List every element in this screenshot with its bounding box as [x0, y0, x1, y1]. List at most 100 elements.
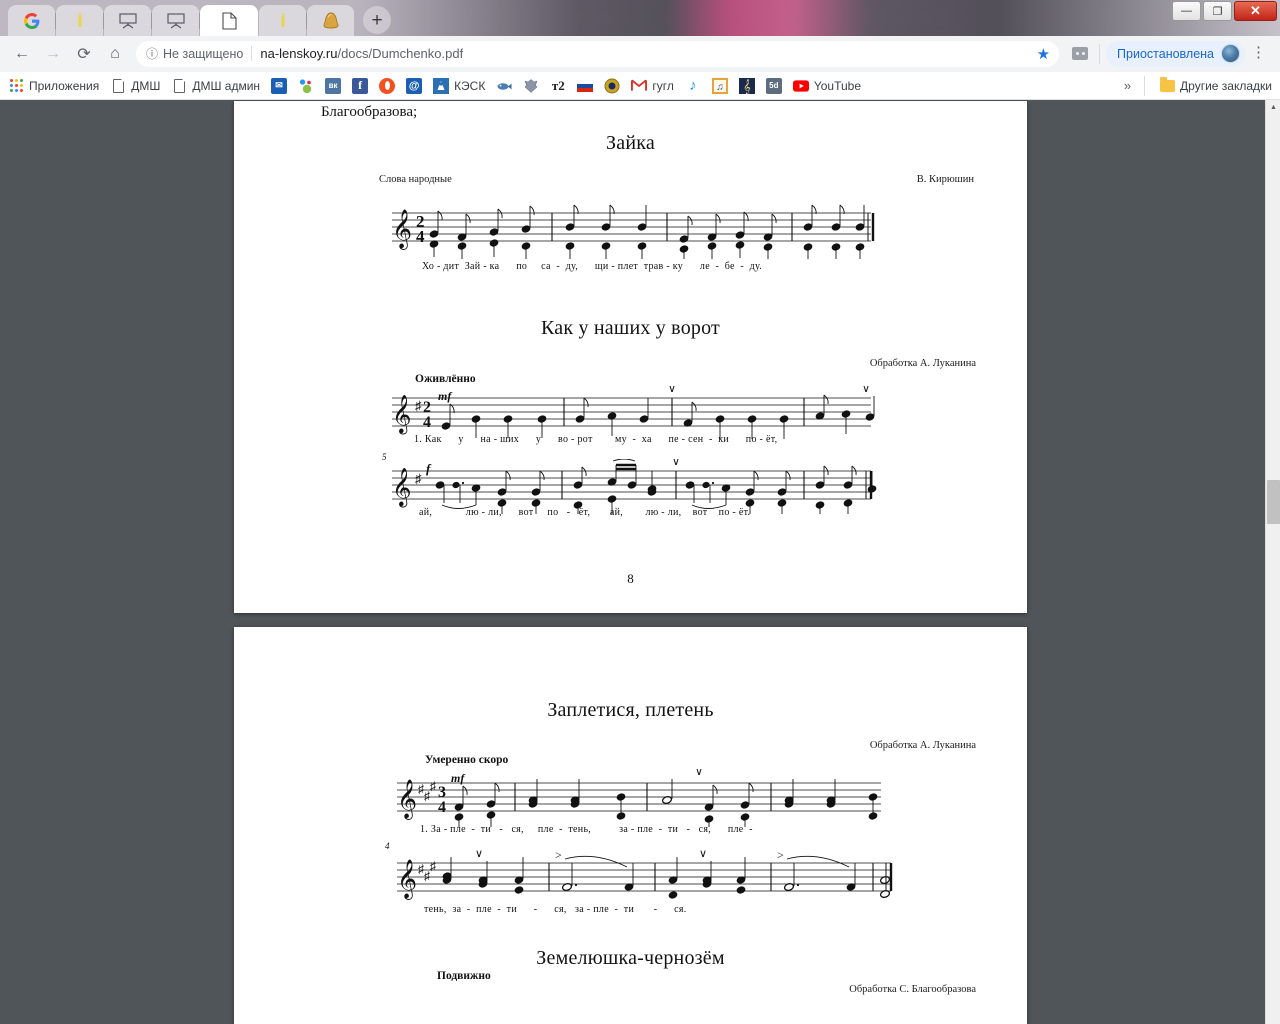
svg-text:4: 4 [438, 799, 446, 816]
tab-list: + [8, 5, 391, 36]
home-button[interactable]: ⌂ [101, 40, 129, 68]
svg-text:𝄞: 𝄞 [392, 396, 412, 435]
song-credit-right: В. Кирюшин [916, 174, 974, 185]
browser-tab-presentation-2[interactable] [152, 5, 200, 36]
bookmarks-bar: Приложения ДМШ ДМШ админ ✉ вк f @ КЭСК т… [0, 72, 1280, 100]
bookmark-flag[interactable] [577, 78, 594, 94]
t2-icon: т2 [551, 77, 565, 93]
bookmark-facebook[interactable]: f [352, 77, 369, 94]
scroll-up-button[interactable]: ▲ [1266, 100, 1280, 115]
document-icon [171, 78, 187, 94]
bookmark-eagle[interactable] [523, 78, 539, 94]
bookmark-apps[interactable]: Приложения [8, 78, 99, 94]
pdf-document-icon [221, 11, 237, 30]
bookmark-vk[interactable]: вк [325, 77, 342, 94]
pdf-page-2: Заплетися, плетень Обработка А. Луканина… [234, 627, 1027, 1024]
svg-text:∨: ∨ [672, 459, 680, 468]
music-staff-kak-u-nashih-1: 𝄞 ♯ 2 4 mf ∨ ∨ [392, 386, 875, 439]
chrome-menu-button[interactable]: ⋮ [1245, 46, 1272, 60]
bookmark-youtube[interactable]: YouTube [792, 78, 861, 94]
apps-grid-icon [8, 78, 24, 94]
song-credit-right: Обработка С. Благообразова [849, 984, 976, 995]
sheet-music-icon: ♫ [711, 77, 728, 94]
bookmark-t2[interactable]: т2 [550, 78, 566, 94]
vertical-scrollbar[interactable]: ▲ ▼ [1265, 100, 1280, 1024]
browser-tab-presentation-1[interactable] [104, 5, 152, 36]
bell-icon [323, 12, 338, 29]
treble-clef-icon: 𝄞 [738, 77, 755, 94]
browser-tab-pdf-active[interactable] [200, 5, 258, 36]
bookmarks-overflow-button[interactable]: » [1117, 78, 1138, 93]
svg-text:♯: ♯ [430, 859, 436, 873]
bookmark-kesk[interactable]: КЭСК [433, 77, 485, 94]
youtube-icon [792, 78, 809, 94]
bookmark-gmail[interactable]: гугл [631, 78, 674, 94]
dots-icon [298, 78, 314, 94]
svg-text:♫: ♫ [716, 82, 724, 93]
browser-tab-google[interactable] [8, 5, 56, 36]
reload-button[interactable]: ⟳ [70, 40, 98, 68]
tempo-marking: Оживлённо [415, 373, 476, 385]
minimize-button[interactable]: — [1172, 1, 1201, 21]
badge-icon [604, 78, 620, 94]
carryover-text: Благообразова; [321, 104, 418, 120]
extensions-button[interactable] [1067, 41, 1093, 67]
pdf-scroll-area[interactable]: Благообразова; Зайка Слова народные В. К… [0, 100, 1265, 1024]
bookmark-gibdd[interactable] [604, 78, 620, 94]
svg-text:𝄞: 𝄞 [392, 210, 412, 250]
browser-tab-info-1[interactable] [56, 5, 104, 36]
browser-tab-bell[interactable] [307, 5, 354, 36]
music-staff-zapletisya-1: 𝄞 ♯ ♯ ♯ 3 4 mf ∨ [397, 769, 881, 827]
forward-button[interactable]: → [39, 40, 67, 68]
avatar [1221, 44, 1240, 63]
bookmark-dmsh[interactable]: ДМШ [110, 78, 160, 94]
song-title-kak-u-nashih: Как у наших у ворот [541, 317, 720, 339]
presentation-icon [166, 12, 185, 28]
svg-text:𝄞: 𝄞 [397, 860, 417, 900]
url-path: /docs/Dumchenko.pdf [337, 46, 464, 61]
bookmark-5d[interactable]: 5d [765, 77, 782, 94]
pdf-viewer[interactable]: Благообразова; Зайка Слова народные В. К… [0, 100, 1280, 1024]
song-credit-right: Обработка А. Луканина [869, 740, 976, 751]
kesk-icon [433, 77, 450, 94]
profile-status-label: Приостановлена [1117, 46, 1214, 61]
bookmark-music[interactable]: ♪ [685, 77, 701, 94]
bookmark-other-folder[interactable]: Другие закладки [1159, 76, 1272, 94]
music-staff-zajka: 𝄞 2 4 [392, 204, 875, 259]
info-icon [281, 13, 284, 27]
bookmark-clef[interactable]: 𝄞 [738, 77, 755, 94]
url-text: na-lenskoy.ru/docs/Dumchenko.pdf [260, 46, 463, 61]
browser-tab-info-2[interactable] [259, 5, 307, 36]
back-button[interactable]: ← [8, 40, 36, 68]
maximize-button[interactable]: ❐ [1203, 1, 1232, 21]
bookmark-notes[interactable]: ♫ [711, 77, 728, 94]
svg-text:mf: mf [438, 389, 452, 403]
site-info-icon[interactable]: ⓘ [146, 45, 158, 62]
svg-text:4: 4 [416, 227, 425, 246]
bookmark-at[interactable]: @ [406, 77, 423, 94]
tempo-marking: Подвижно [437, 970, 491, 982]
google-icon [23, 12, 39, 29]
bookmark-dmsh-admin[interactable]: ДМШ админ [171, 78, 260, 94]
svg-text:f: f [426, 461, 432, 476]
new-tab-button[interactable]: + [363, 6, 391, 34]
envelope-icon: ✉ [271, 77, 288, 94]
facebook-icon: f [352, 77, 369, 94]
gmail-icon [631, 78, 648, 94]
svg-text:♯: ♯ [430, 779, 436, 793]
svg-text:∨: ∨ [699, 849, 707, 860]
opera-icon [379, 77, 396, 94]
close-window-button[interactable]: ✕ [1234, 1, 1277, 21]
bookmark-opera[interactable] [379, 77, 396, 94]
bookmark-mail[interactable]: ✉ [271, 77, 288, 94]
bookmark-dots[interactable] [298, 78, 314, 94]
music-staff-kak-u-nashih-2: 𝄞 ♯ f ∨ [392, 459, 877, 514]
address-bar[interactable]: ⓘ Не защищено na-lenskoy.ru/docs/Dumchen… [136, 40, 1060, 67]
bookmark-star-icon[interactable]: ★ [1034, 45, 1053, 63]
svg-text:∨: ∨ [862, 386, 870, 395]
profile-button[interactable]: Приостановлена [1106, 40, 1245, 67]
scrollbar-thumb[interactable] [1267, 480, 1280, 524]
svg-text:∨: ∨ [695, 769, 703, 778]
extension-icon [1072, 47, 1089, 60]
bookmark-fish[interactable] [496, 78, 512, 94]
